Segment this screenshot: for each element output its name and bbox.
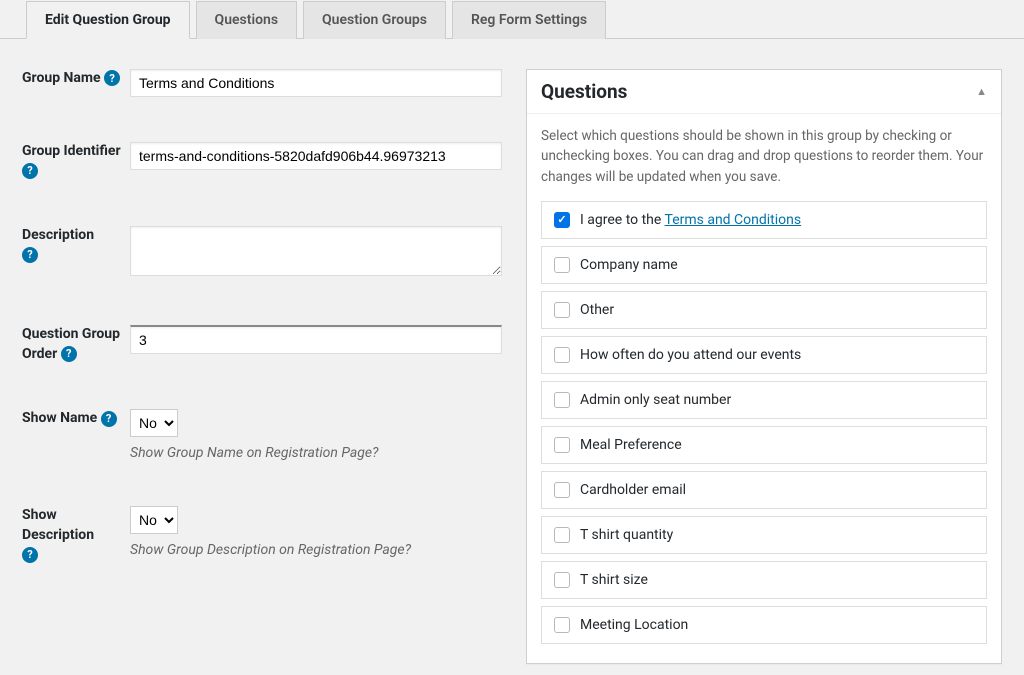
question-label: Admin only seat number — [580, 392, 731, 408]
show-description-hint: Show Group Description on Registration P… — [130, 542, 502, 558]
group-identifier-label: Group Identifier ? — [22, 142, 130, 181]
show-name-label: Show Name ? — [22, 409, 130, 461]
question-item[interactable]: Meal Preference — [541, 426, 987, 464]
tab-reg-form-settings[interactable]: Reg Form Settings — [452, 1, 606, 39]
question-item[interactable]: T shirt size — [541, 561, 987, 599]
panel-title: Questions — [541, 80, 627, 103]
question-item[interactable]: Company name — [541, 246, 987, 284]
help-icon[interactable]: ? — [22, 247, 38, 263]
help-icon[interactable]: ? — [22, 163, 38, 179]
question-item[interactable]: Cardholder email — [541, 471, 987, 509]
question-label: How often do you attend our events — [580, 347, 801, 363]
description-textarea[interactable] — [130, 226, 502, 276]
group-name-label: Group Name ? — [22, 69, 130, 97]
help-icon[interactable]: ? — [101, 411, 117, 427]
tab-edit-question-group[interactable]: Edit Question Group — [26, 1, 190, 39]
question-label: Company name — [580, 257, 678, 273]
question-checkbox[interactable] — [554, 617, 570, 633]
question-item[interactable]: T shirt quantity — [541, 516, 987, 554]
show-description-select[interactable]: No — [130, 506, 178, 534]
group-name-input[interactable] — [130, 69, 502, 97]
questions-panel: Questions ▲ Select which questions shoul… — [526, 69, 1002, 664]
question-checkbox[interactable] — [554, 392, 570, 408]
question-item[interactable]: Admin only seat number — [541, 381, 987, 419]
question-label: Other — [580, 302, 614, 318]
question-label: Meeting Location — [580, 617, 688, 633]
question-checkbox[interactable] — [554, 572, 570, 588]
question-label: T shirt quantity — [580, 527, 673, 543]
question-checkbox[interactable] — [554, 482, 570, 498]
question-item[interactable]: Other — [541, 291, 987, 329]
question-checkbox[interactable] — [554, 302, 570, 318]
question-label: T shirt size — [580, 572, 648, 588]
order-label: Question Group Order ? — [22, 325, 130, 364]
show-description-label: Show Description ? — [22, 506, 130, 565]
question-label: I agree to the Terms and Conditions — [580, 212, 801, 228]
help-icon[interactable]: ? — [22, 547, 38, 563]
question-link[interactable]: Terms and Conditions — [665, 212, 802, 228]
help-icon[interactable]: ? — [61, 346, 77, 362]
form-column: Group Name ? Group Identifier ? Descript… — [22, 69, 502, 664]
questions-list: I agree to the Terms and Conditions Compa… — [541, 201, 987, 644]
tabs-bar: Edit Question Group Questions Question G… — [0, 0, 1024, 39]
description-label: Description ? — [22, 226, 130, 280]
collapse-icon[interactable]: ▲ — [976, 85, 987, 98]
question-item[interactable]: Meeting Location — [541, 606, 987, 644]
question-checkbox[interactable] — [554, 212, 570, 228]
question-checkbox[interactable] — [554, 437, 570, 453]
question-checkbox[interactable] — [554, 257, 570, 273]
question-item[interactable]: How often do you attend our events — [541, 336, 987, 374]
question-checkbox[interactable] — [554, 347, 570, 363]
show-name-hint: Show Group Name on Registration Page? — [130, 445, 502, 461]
show-name-select[interactable]: No — [130, 409, 178, 437]
tab-question-groups[interactable]: Question Groups — [303, 1, 446, 39]
tab-questions[interactable]: Questions — [196, 1, 297, 39]
group-identifier-input[interactable] — [130, 142, 502, 170]
panel-description: Select which questions should be shown i… — [541, 126, 987, 187]
help-icon[interactable]: ? — [104, 70, 120, 86]
question-label: Cardholder email — [580, 482, 686, 498]
question-item[interactable]: I agree to the Terms and Conditions — [541, 201, 987, 239]
order-input[interactable] — [130, 325, 502, 354]
question-checkbox[interactable] — [554, 527, 570, 543]
question-label: Meal Preference — [580, 437, 682, 453]
